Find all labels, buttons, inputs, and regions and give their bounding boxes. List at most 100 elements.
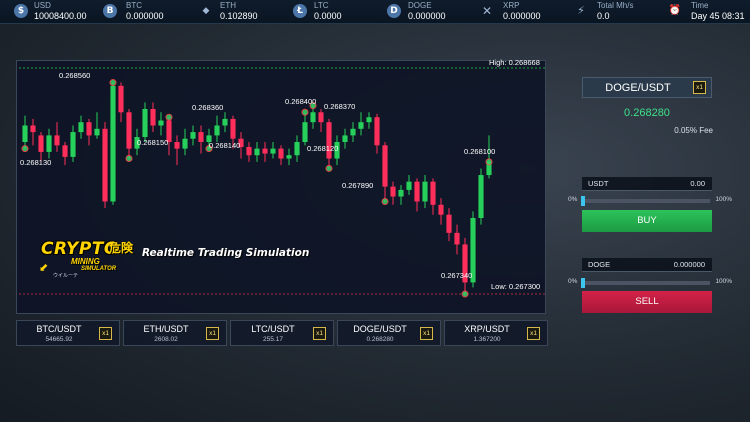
price-marker xyxy=(325,164,333,172)
xrp-label: XRP xyxy=(503,1,520,10)
pair-price: 0.268280 xyxy=(366,336,394,343)
candle-body xyxy=(398,189,404,197)
candle-body xyxy=(30,125,36,133)
buy-amount-slider[interactable]: 0% 100% xyxy=(564,196,732,206)
candle-body xyxy=(150,108,156,126)
chart-annotation: 0.268100 xyxy=(464,147,496,156)
leverage-badge[interactable]: x1 xyxy=(420,327,433,340)
candle-body xyxy=(190,132,196,139)
doge-field-label: DOGE xyxy=(588,260,611,269)
candle-body xyxy=(326,122,332,159)
leverage-badge[interactable]: x1 xyxy=(527,327,540,340)
slider-min-label: 0% xyxy=(568,196,578,203)
doge-label: DOGE xyxy=(408,1,432,10)
leverage-badge[interactable]: x1 xyxy=(693,81,706,94)
candle-body xyxy=(62,145,68,157)
candle-body xyxy=(246,146,252,156)
chart-annotation: 0.267340 xyxy=(441,271,473,280)
pair-tab-eth[interactable]: ETH/USDT 2608.02 x1 xyxy=(123,320,227,346)
price-marker xyxy=(485,158,493,166)
slider-track[interactable] xyxy=(582,199,710,203)
candle-body xyxy=(182,138,188,149)
price-marker xyxy=(165,113,173,121)
candle-body xyxy=(86,122,92,136)
pair-tab-doge[interactable]: DOGE/USDT 0.268280 x1 xyxy=(337,320,441,346)
price-marker xyxy=(301,108,309,116)
candle-body xyxy=(158,120,164,126)
logo-simulator-text: SIMULATOR xyxy=(81,266,117,272)
game-logo: CRYPTO 危険 ⬋ MINING SIMULATOR ウイルーテ Realt… xyxy=(39,239,309,285)
candle-body xyxy=(78,122,84,133)
candle-body xyxy=(278,148,284,159)
logo-small-text: ウイルーテ xyxy=(53,273,79,279)
chart-annotation: 0.268360 xyxy=(192,103,224,112)
usdt-field-label: USDT xyxy=(588,179,609,188)
eth-label: ETH xyxy=(220,1,236,10)
candle-body xyxy=(302,122,308,143)
hashrate-label: Total Mh/s xyxy=(597,1,634,10)
candle-body xyxy=(94,128,100,136)
btc-value: 0.000000 xyxy=(126,11,164,21)
candle-body xyxy=(38,135,44,152)
candle-body xyxy=(222,118,228,126)
buy-button[interactable]: BUY xyxy=(582,210,712,232)
chart-annotation: 0.268140 xyxy=(209,141,241,150)
candle-body xyxy=(230,118,236,139)
slider-max-label: 100% xyxy=(715,278,732,285)
candle-body xyxy=(142,108,148,138)
slider-max-label: 100% xyxy=(715,196,732,203)
time-value: Day 45 08:31 xyxy=(691,11,745,21)
pair-name: ETH/USDT xyxy=(143,324,189,334)
selected-pair-button[interactable]: DOGE/USDT x1 xyxy=(582,77,712,98)
arrow-icon: ⬋ xyxy=(39,262,49,274)
slider-handle[interactable] xyxy=(581,196,585,206)
pair-tab-btc[interactable]: BTC/USDT 54665.92 x1 xyxy=(16,320,120,346)
leverage-badge[interactable]: x1 xyxy=(313,327,326,340)
candle-body xyxy=(414,181,420,202)
logo-tagline: Realtime Trading Simulation xyxy=(142,247,310,259)
pair-name: XRP/USDT xyxy=(464,324,510,334)
usd-label: USD xyxy=(34,1,51,10)
candle-body xyxy=(318,112,324,123)
candle-body xyxy=(270,148,276,154)
candle-body xyxy=(358,122,364,129)
candle-body xyxy=(342,135,348,143)
sell-button[interactable]: SELL xyxy=(582,291,712,313)
lightning-icon: ⚡ xyxy=(577,4,585,17)
usdt-amount-field[interactable]: USDT 0.00 xyxy=(582,177,712,191)
dollar-icon: $ xyxy=(14,4,28,18)
candle-body xyxy=(454,232,460,245)
logo-crypto-text: CRYPTO xyxy=(41,239,119,259)
doge-value: 0.000000 xyxy=(408,11,446,21)
sell-amount-slider[interactable]: 0% 100% xyxy=(564,278,732,288)
slider-handle[interactable] xyxy=(581,278,585,288)
slider-track[interactable] xyxy=(582,281,710,285)
candle-body xyxy=(446,214,452,233)
time-label: Time xyxy=(691,1,709,10)
leverage-badge[interactable]: x1 xyxy=(206,327,219,340)
price-marker xyxy=(125,155,133,163)
price-marker xyxy=(381,197,389,205)
hashrate-value: 0.0 xyxy=(597,11,610,21)
pair-tab-xrp[interactable]: XRP/USDT 1.367200 x1 xyxy=(444,320,548,346)
chart-annotation: 0.268400 xyxy=(285,97,317,106)
chart-annotation: 0.268370 xyxy=(324,102,356,111)
candle-body xyxy=(46,135,52,152)
candle-body xyxy=(110,85,116,202)
pair-tab-ltc[interactable]: LTC/USDT 255.17 x1 xyxy=(230,320,334,346)
candle-body xyxy=(286,155,292,159)
price-marker xyxy=(461,290,469,298)
usd-value: 10008400.00 xyxy=(34,11,87,21)
dogecoin-icon: D xyxy=(387,4,401,18)
price-marker xyxy=(21,145,29,153)
bitcoin-icon: B xyxy=(103,4,117,18)
pair-name: BTC/USDT xyxy=(36,324,82,334)
chart-annotation: 0.267890 xyxy=(342,181,374,190)
leverage-badge[interactable]: x1 xyxy=(99,327,112,340)
usdt-field-value: 0.00 xyxy=(690,179,705,188)
candle-body xyxy=(382,145,388,187)
doge-amount-field[interactable]: DOGE 0.000000 xyxy=(582,258,712,272)
chart-low-label: Low: 0.267300 xyxy=(491,282,541,291)
ethereum-icon: ◆ xyxy=(202,6,210,16)
ltc-value: 0.0000 xyxy=(314,11,342,21)
